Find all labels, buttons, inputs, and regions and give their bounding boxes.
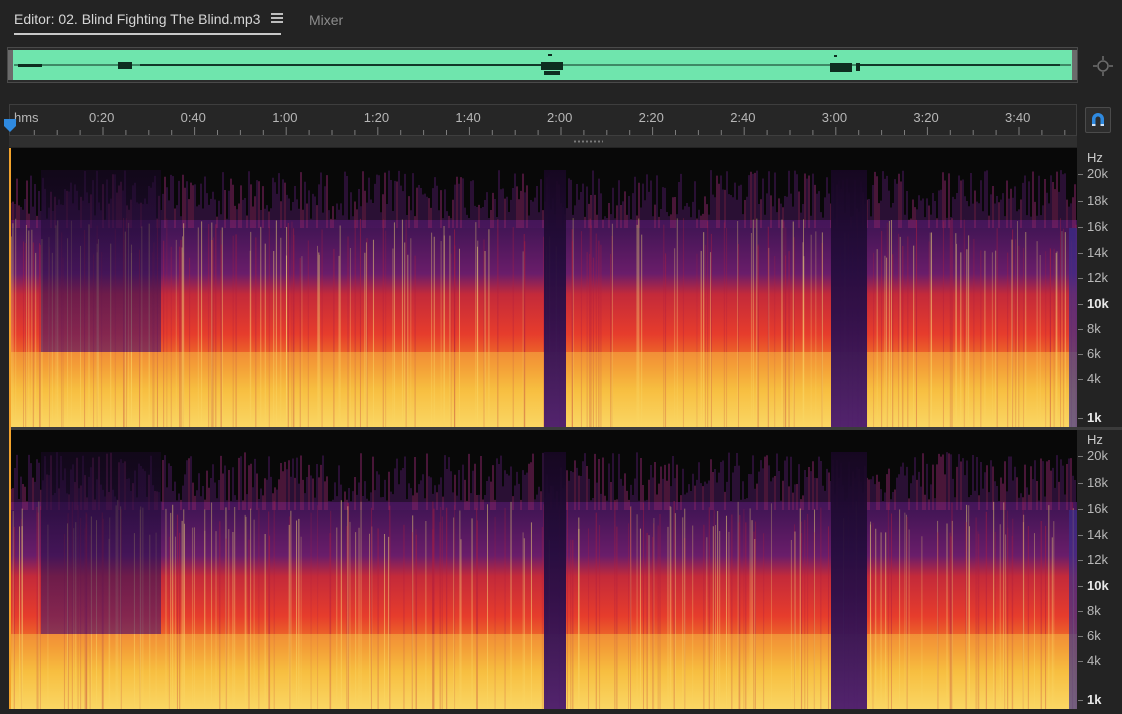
hz-tick-label: 16k — [1078, 219, 1108, 234]
hz-tick-label: 16k — [1078, 501, 1108, 516]
quiet-section — [544, 430, 566, 709]
quiet-section — [41, 430, 161, 634]
frequency-scale-left: Hz 20k 18k 16k 14k 12k 10k 8k 6k 4k 1k — [1077, 148, 1122, 427]
hz-tick-label: 18k — [1078, 475, 1108, 490]
quiet-section — [831, 148, 867, 427]
spectral-channel-left[interactable] — [11, 148, 1077, 427]
snap-toggle-button[interactable] — [1085, 107, 1111, 133]
ruler-time-label: 0:40 — [180, 110, 206, 125]
overview-left-handle[interactable] — [8, 50, 13, 80]
hz-tick-label: 20k — [1078, 448, 1108, 463]
magnet-icon — [1092, 113, 1104, 126]
track-end-fade — [1069, 228, 1077, 427]
hz-tick-label: 1k — [1077, 410, 1102, 425]
ruler-time-label: 3:40 — [1005, 110, 1031, 125]
hz-tick-label: 14k — [1078, 245, 1108, 260]
spectral-display-right — [11, 430, 1077, 709]
audition-editor-window: Editor: 02. Blind Fighting The Blind.mp3… — [0, 0, 1122, 714]
spectral-display-left — [11, 148, 1077, 427]
playhead-marker-icon[interactable] — [3, 118, 17, 134]
hz-unit-label: Hz — [1087, 432, 1103, 447]
hz-tick-label: 20k — [1078, 166, 1108, 181]
hz-tick-label: 10k — [1078, 578, 1109, 593]
quiet-section — [831, 430, 867, 709]
hz-tick-label: 4k — [1078, 653, 1101, 668]
active-tab-indicator — [14, 33, 281, 35]
ruler-time-label: 1:40 — [455, 110, 481, 125]
overview-visible-range[interactable] — [10, 50, 1075, 80]
spectral-channel-right[interactable] — [11, 430, 1077, 709]
time-ruler[interactable]: hms 0:20 0:40 1:00 1:20 1:40 2:00 2:20 2:40 3:00… — [9, 104, 1077, 136]
tab-mixer[interactable]: Mixer — [309, 12, 343, 28]
ultrasonic-region — [11, 148, 1077, 170]
hz-tick-label: 4k — [1078, 371, 1101, 386]
panel-splitter[interactable] — [9, 136, 1077, 147]
track-end-fade — [1069, 510, 1077, 709]
ruler-time-label: 3:20 — [913, 110, 939, 125]
ruler-time-label: 2:20 — [638, 110, 664, 125]
overview-right-handle[interactable] — [1072, 50, 1077, 80]
hz-tick-label: 6k — [1078, 346, 1101, 361]
zoom-navigator-icon[interactable] — [1092, 55, 1114, 77]
ruler-time-label: 3:00 — [821, 110, 848, 125]
ruler-time-label: 2:40 — [730, 110, 756, 125]
ultrasonic-region — [11, 430, 1077, 452]
ruler-time-label: 2:00 — [547, 110, 573, 125]
overview-waveform — [14, 54, 1071, 75]
hz-tick-label: 10k — [1078, 296, 1109, 311]
hz-tick-label: 6k — [1078, 628, 1101, 643]
hz-tick-label: 12k — [1078, 270, 1108, 285]
hz-tick-label: 8k — [1078, 321, 1101, 336]
hamburger-icon[interactable] — [271, 13, 283, 25]
ruler-time-label: 1:00 — [272, 110, 298, 125]
hz-tick-label: 18k — [1078, 193, 1108, 208]
tab-editor[interactable]: Editor: 02. Blind Fighting The Blind.mp3 — [14, 11, 260, 27]
hz-tick-label: 14k — [1078, 527, 1108, 542]
frequency-scale-right: Hz 20k 18k 16k 14k 12k 10k 8k 6k 4k 1k — [1077, 430, 1122, 709]
hz-tick-label: 8k — [1078, 603, 1101, 618]
hz-unit-label: Hz — [1087, 150, 1103, 165]
ruler-time-label: 1:20 — [363, 110, 390, 125]
hz-tick-label: 1k — [1077, 692, 1102, 707]
panel-tab-bar: Editor: 02. Blind Fighting The Blind.mp3… — [0, 0, 1122, 40]
hz-tick-label: 12k — [1078, 552, 1108, 567]
splitter-grip — [573, 140, 603, 143]
ruler-time-label: 0:20 — [89, 110, 115, 125]
waveform-overview[interactable] — [7, 47, 1078, 83]
quiet-section — [544, 148, 566, 427]
quiet-section — [41, 148, 161, 352]
